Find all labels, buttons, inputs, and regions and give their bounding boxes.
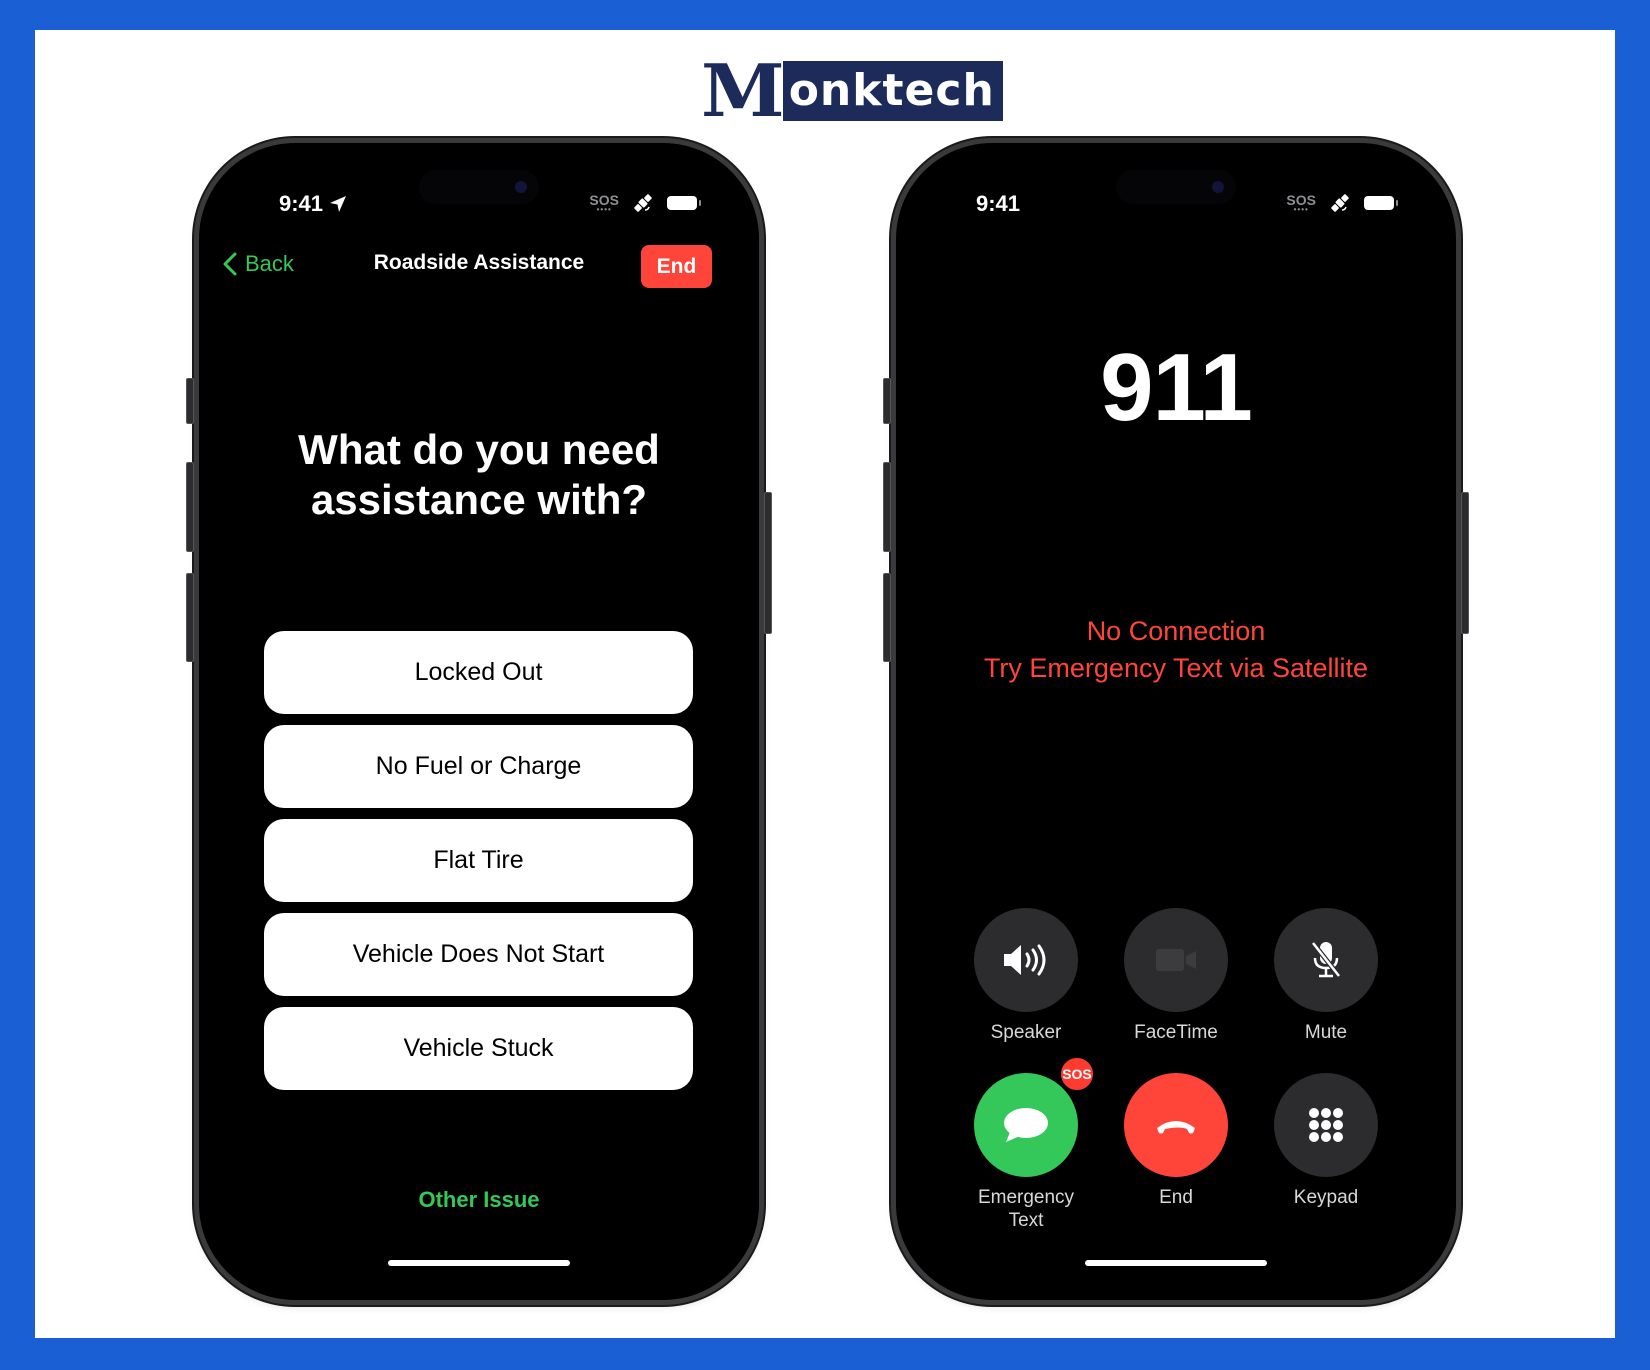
phone-hangup-icon — [1157, 1121, 1195, 1134]
power-button — [764, 492, 772, 634]
home-indicator[interactable] — [388, 1260, 570, 1266]
assistance-options: Locked Out No Fuel or Charge Flat Tire V… — [264, 631, 693, 1090]
camera-dot — [1212, 181, 1224, 193]
volume-up-button — [186, 462, 194, 552]
facetime-button[interactable] — [1124, 908, 1228, 1012]
keypad-label: Keypad — [1293, 1187, 1359, 1208]
end-call-control: End — [1124, 1073, 1228, 1209]
satellite-icon — [1331, 194, 1349, 212]
action-button — [186, 378, 194, 424]
option-vehicle-does-not-start[interactable]: Vehicle Does Not Start — [264, 913, 693, 996]
end-call-label: End — [1159, 1187, 1193, 1208]
volume-down-button — [186, 573, 194, 662]
emergency-text-control: SOS Emergency Text — [974, 1055, 1096, 1232]
time-text: 9:41 — [976, 191, 1021, 216]
volume-down-button — [883, 573, 891, 662]
mic-slash-icon — [1311, 941, 1341, 978]
option-vehicle-stuck[interactable]: Vehicle Stuck — [264, 1007, 693, 1090]
home-indicator[interactable] — [1085, 1260, 1267, 1266]
sos-indicator: SOS •••• — [589, 193, 619, 214]
keypad-control: Keypad — [1274, 1073, 1378, 1209]
facetime-label: FaceTime — [1134, 1022, 1218, 1043]
back-button[interactable]: Back — [223, 251, 294, 277]
video-camera-icon — [1156, 949, 1196, 971]
option-locked-out[interactable]: Locked Out — [264, 631, 693, 714]
satellite-icon — [634, 194, 652, 212]
option-flat-tire[interactable]: Flat Tire — [264, 819, 693, 902]
keypad-button[interactable] — [1274, 1073, 1378, 1177]
speaker-button[interactable] — [974, 908, 1078, 1012]
dynamic-island — [419, 170, 539, 204]
question-line-1: What do you need — [298, 426, 660, 473]
battery-icon — [1364, 196, 1398, 210]
mute-control: Mute — [1274, 908, 1378, 1044]
other-issue-link[interactable]: Other Issue — [199, 1187, 759, 1213]
logo-wordmark: onktech — [782, 61, 1003, 121]
monktech-logo: M onktech — [701, 48, 1003, 133]
message-bubble-icon — [1004, 1108, 1048, 1142]
status-time: 9:41 — [976, 191, 1020, 217]
power-button — [1461, 492, 1469, 634]
facetime-control: FaceTime — [1124, 908, 1228, 1044]
emergency-text-button[interactable]: SOS — [974, 1055, 1096, 1177]
time-text: 9:41 — [279, 191, 324, 216]
call-status: No Connection Try Emergency Text via Sat… — [896, 613, 1456, 687]
emergency-text-label-line-1: Emergency — [977, 1187, 1075, 1208]
mute-label: Mute — [1304, 1022, 1348, 1043]
question-line-2: assistance with? — [310, 476, 648, 523]
emergency-text-label: Emergency Text — [974, 1186, 1078, 1232]
back-label: Back — [245, 251, 294, 276]
end-call-button[interactable] — [1124, 1073, 1228, 1177]
phone-emergency-call: 9:41 SOS •••• 911 No Connection Try Emerg… — [883, 143, 1469, 1300]
status-icons: SOS •••• — [1286, 191, 1398, 215]
action-button — [883, 378, 891, 424]
mute-button[interactable] — [1274, 908, 1378, 1012]
screen: 9:41 SOS •••• 911 No Connection Try Emerg… — [896, 143, 1456, 1300]
screen: 9:41 SOS •••• Back Roadside Assistance En… — [199, 143, 759, 1300]
end-button[interactable]: End — [641, 245, 712, 288]
logo-initial: M — [701, 48, 785, 133]
sos-badge: SOS — [1058, 1055, 1096, 1093]
call-status-line-2: Try Emergency Text via Satellite — [983, 653, 1369, 683]
callee-number: 911 — [1100, 334, 1253, 441]
sos-indicator: SOS •••• — [1286, 193, 1316, 214]
volume-up-button — [883, 462, 891, 552]
speaker-control: Speaker — [974, 908, 1078, 1044]
status-time: 9:41 — [279, 191, 347, 217]
camera-dot — [515, 181, 527, 193]
battery-icon — [667, 196, 701, 210]
emergency-text-label-line-2: Text — [1008, 1210, 1044, 1231]
speaker-label: Speaker — [990, 1022, 1062, 1043]
keypad-icon — [1309, 1108, 1343, 1142]
speaker-icon — [1004, 944, 1046, 976]
status-icons: SOS •••• — [589, 191, 701, 215]
question-heading: What do you need assistance with? — [199, 425, 759, 525]
location-arrow-icon — [330, 196, 347, 212]
dynamic-island — [1116, 170, 1236, 204]
chevron-left-icon — [223, 252, 237, 276]
phone-roadside-assistance: 9:41 SOS •••• Back Roadside Assistance En… — [186, 143, 772, 1300]
call-status-line-1: No Connection — [1086, 616, 1266, 646]
option-no-fuel-or-charge[interactable]: No Fuel or Charge — [264, 725, 693, 808]
